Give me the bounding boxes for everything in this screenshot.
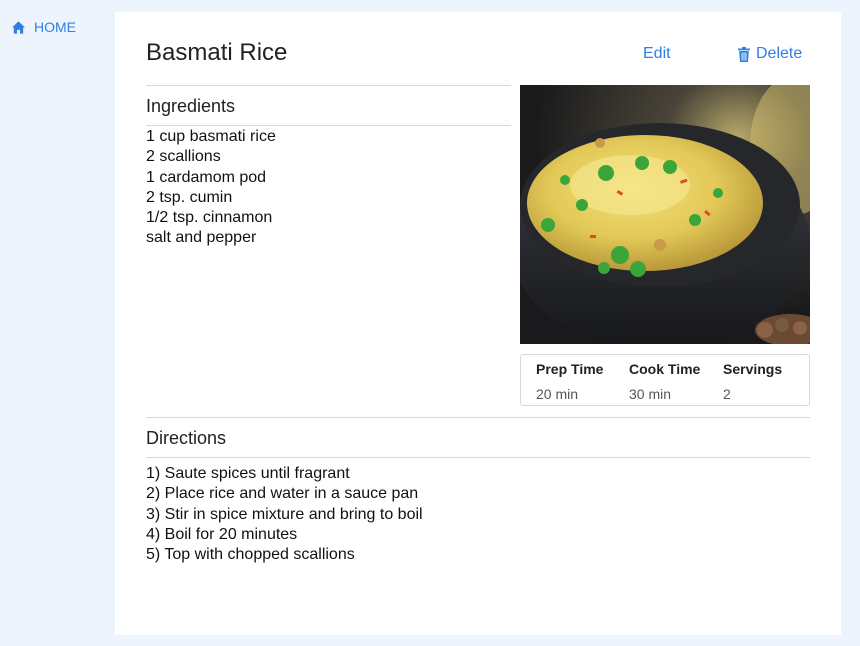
ingredients-list: 1 cup basmati rice 2 scallions 1 cardamo… (146, 127, 276, 249)
ingredient-item: 1 cardamom pod (146, 168, 267, 186)
direction-step: 3) Stir in spice mixture and bring to bo… (146, 505, 423, 523)
divider (146, 457, 810, 458)
prep-time-label: Prep Time (536, 361, 604, 377)
edit-button[interactable]: Edit (643, 45, 671, 63)
servings-value: 2 (723, 386, 731, 402)
directions-list: 1) Saute spices until fragrant 2) Place … (146, 464, 423, 565)
delete-button[interactable]: Delete (738, 45, 802, 63)
cook-time-value: 30 min (629, 386, 672, 402)
ingredient-item: 2 scallions (146, 148, 221, 166)
home-link[interactable]: HOME (11, 19, 76, 35)
divider (146, 125, 511, 126)
recipe-stats-panel: Prep Time 20 min Cook Time 30 min Servin… (520, 354, 810, 406)
ingredient-item: 1 cup basmati rice (146, 128, 276, 145)
edit-label: Edit (643, 45, 671, 62)
direction-step: 4) Boil for 20 minutes (146, 525, 298, 543)
ingredients-heading: Ingredients (146, 96, 236, 116)
home-icon (11, 20, 26, 35)
ingredient-item: 2 tsp. cumin (146, 188, 233, 206)
directions-heading: Directions (146, 428, 227, 448)
direction-step: 5) Top with chopped scallions (146, 546, 355, 564)
direction-step: 1) Saute spices until fragrant (146, 465, 350, 482)
direction-step: 2) Place rice and water in a sauce pan (146, 485, 419, 503)
recipe-photo (520, 85, 810, 344)
divider (146, 417, 810, 418)
ingredient-item: salt and pepper (146, 229, 257, 247)
divider (146, 85, 511, 86)
recipe-title: Basmati Rice (146, 39, 288, 66)
home-label: HOME (34, 19, 76, 35)
trash-icon (738, 46, 750, 62)
prep-time-value: 20 min (536, 386, 579, 402)
ingredient-item: 1/2 tsp. cinnamon (146, 209, 273, 227)
cook-time-label: Cook Time (629, 361, 701, 377)
servings-label: Servings (723, 361, 783, 377)
delete-label: Delete (756, 45, 803, 62)
recipe-card: Basmati Rice Edit Delete Ingredients 1 c… (115, 12, 841, 635)
